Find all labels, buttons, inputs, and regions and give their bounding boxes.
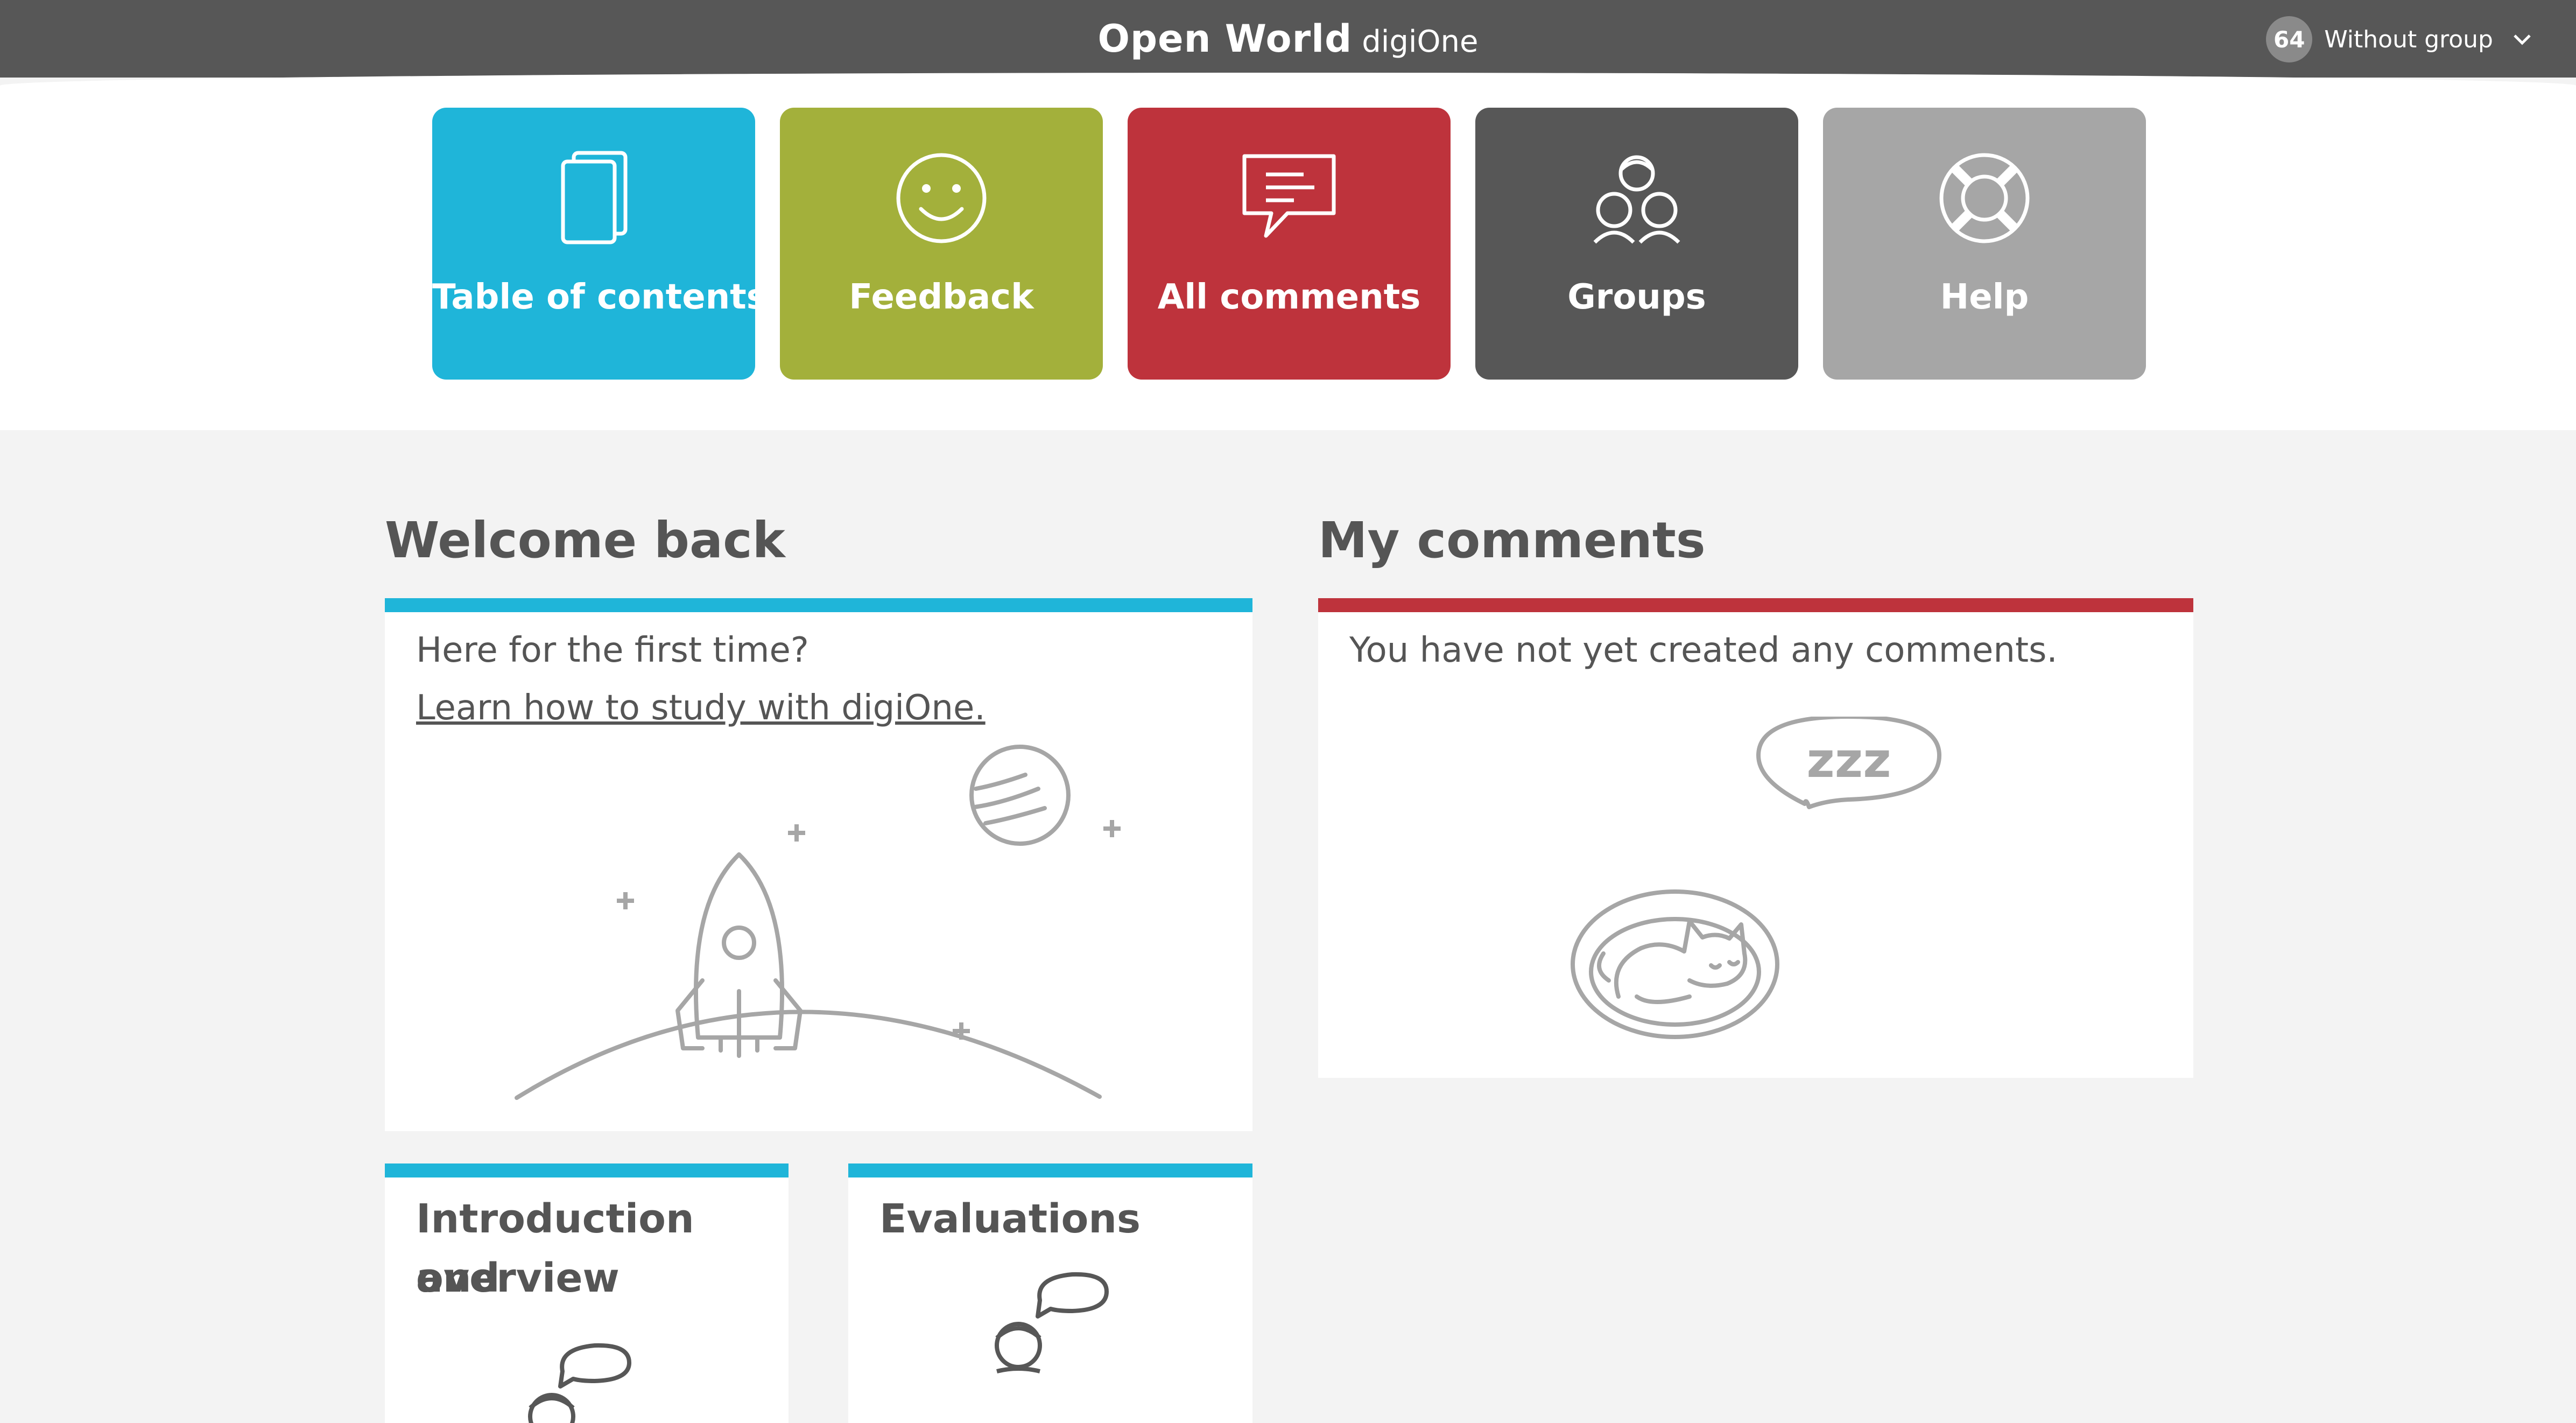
sleeping-cat-illustration: zzz [1571, 717, 1941, 1039]
module-card-evaluations[interactable]: Evaluations [848, 1163, 1252, 1423]
my-comments-title: My comments [1318, 511, 1706, 569]
sleep-zzz-text: zzz [1806, 732, 1891, 789]
group-label: Without group [2324, 25, 2493, 53]
my-comments-card: You have not yet created any comments. z… [1318, 598, 2193, 1078]
tile-table-of-contents[interactable]: Table of contents [432, 108, 767, 380]
module-accent-bar [385, 1163, 789, 1177]
tile-label: Feedback [849, 277, 1034, 317]
chat-person-icon [995, 1272, 1109, 1373]
module-accent-bar [848, 1163, 1252, 1177]
module-title-line2: overview [416, 1255, 620, 1301]
tile-all-comments[interactable]: All comments [1128, 108, 1451, 380]
brand-subtitle: digiOne [1362, 24, 1479, 59]
tile-groups[interactable]: Groups [1475, 108, 1798, 380]
group-selector[interactable]: 64 Without group [2266, 16, 2533, 62]
empty-comments-text: You have not yet created any comments. [1349, 630, 2058, 670]
chevron-down-icon [2514, 34, 2531, 45]
sparkle-icon [617, 820, 1121, 1040]
user-badge: 64 [2266, 16, 2313, 62]
tile-label: Help [1940, 277, 2029, 317]
tile-feedback[interactable]: Feedback [780, 108, 1103, 380]
brand-name: Open World [1097, 17, 1353, 61]
lifebuoy-icon [1939, 153, 2030, 243]
rocket-illustration [515, 745, 1121, 1100]
tile-label: Groups [1567, 277, 1706, 317]
group-icon [1593, 155, 1680, 244]
welcome-intro-text: Here for the first time? [416, 630, 809, 670]
speech-bubble-icon [1242, 154, 1336, 238]
chat-person-icon [528, 1343, 631, 1423]
smiley-icon [896, 153, 987, 243]
welcome-card: Here for the first time? Learn how to st… [385, 598, 1252, 1131]
welcome-accent-bar [385, 598, 1252, 612]
module-card-introduction[interactable]: Introduction and overview [385, 1163, 789, 1423]
tile-help[interactable]: Help [1823, 108, 2146, 380]
tile-label: Table of contents [432, 277, 767, 317]
tile-label: All comments [1157, 277, 1421, 317]
my-comments-accent-bar [1318, 598, 2193, 612]
book-icon [561, 151, 628, 244]
module-title-line1: Evaluations [879, 1196, 1141, 1242]
brand: Open World digiOne [0, 0, 2576, 78]
welcome-title: Welcome back [385, 511, 785, 569]
study-guide-link[interactable]: Learn how to study with digiOne. [416, 688, 986, 728]
